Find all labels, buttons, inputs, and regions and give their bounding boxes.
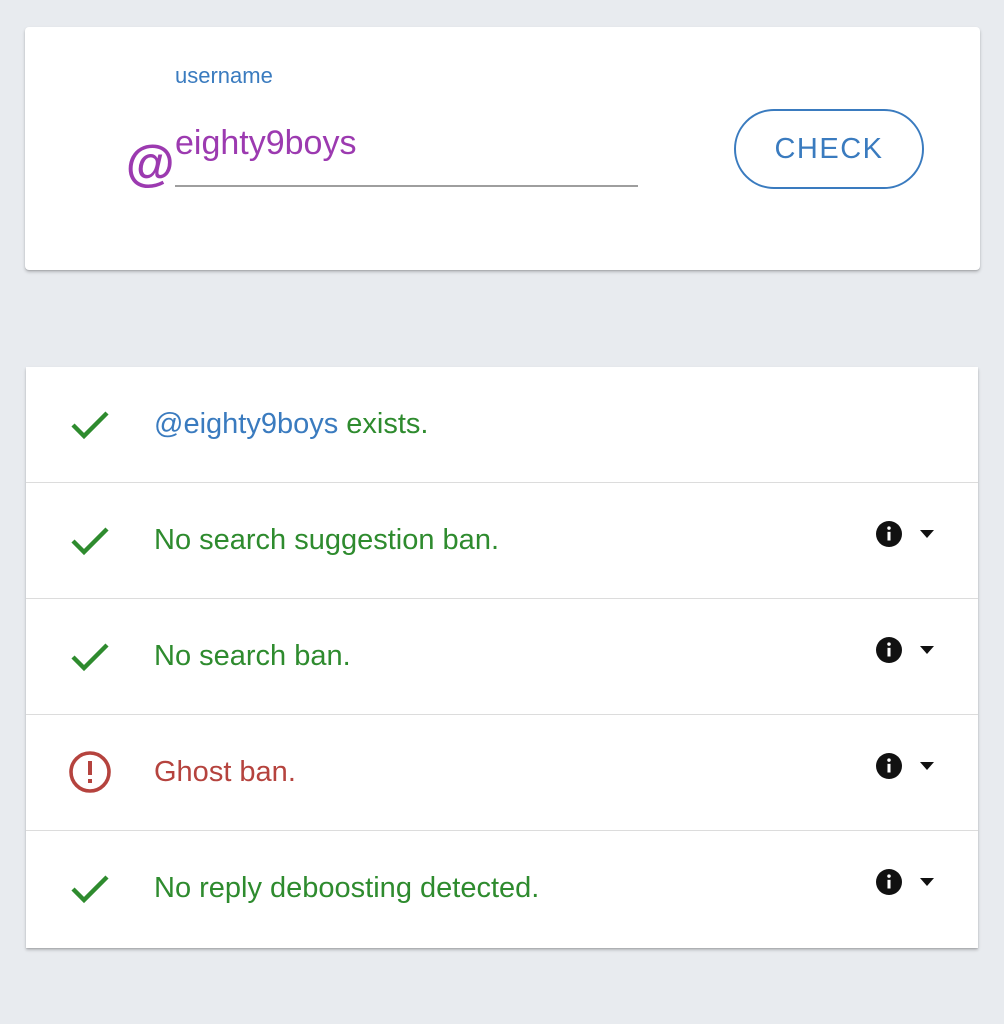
result-text: No search ban. xyxy=(154,640,351,672)
chevron-down-icon xyxy=(920,878,934,886)
info-icon xyxy=(876,753,902,779)
result-row-reply-deboosting: No reply deboosting detected. xyxy=(26,831,978,947)
check-icon xyxy=(71,875,109,904)
username-label: username xyxy=(175,63,273,88)
check-icon xyxy=(71,411,109,440)
chevron-down-icon xyxy=(920,646,934,654)
username-input[interactable] xyxy=(175,115,638,187)
result-row-search-ban: No search ban. xyxy=(26,599,978,715)
results-card: @eighty9boys exists. No search suggestio… xyxy=(26,367,978,948)
info-icon xyxy=(876,637,902,663)
info-icon xyxy=(876,869,902,895)
username-handle: @eighty9boys xyxy=(154,408,339,440)
result-row-exists: @eighty9boys exists. xyxy=(26,367,978,483)
exists-label: exists. xyxy=(338,408,429,440)
info-toggle[interactable] xyxy=(872,633,942,667)
check-icon xyxy=(71,643,109,672)
check-icon xyxy=(71,527,109,556)
result-text: Ghost ban. xyxy=(154,756,296,788)
result-row-ghost-ban: Ghost ban. xyxy=(26,715,978,831)
result-row-search-suggestion-ban: No search suggestion ban. xyxy=(26,483,978,599)
result-text: No reply deboosting detected. xyxy=(154,872,540,904)
result-text: No search suggestion ban. xyxy=(154,524,499,556)
alert-circle-icon xyxy=(69,751,111,793)
info-toggle[interactable] xyxy=(872,517,942,551)
search-card: @ username CHECK xyxy=(25,27,980,270)
exists-text: @eighty9boys exists. xyxy=(154,407,428,442)
chevron-down-icon xyxy=(920,762,934,770)
chevron-down-icon xyxy=(920,530,934,538)
info-toggle[interactable] xyxy=(872,749,942,783)
info-icon xyxy=(876,521,902,547)
at-icon: @ xyxy=(125,136,174,192)
info-toggle[interactable] xyxy=(872,865,942,899)
check-button[interactable]: CHECK xyxy=(734,109,924,189)
